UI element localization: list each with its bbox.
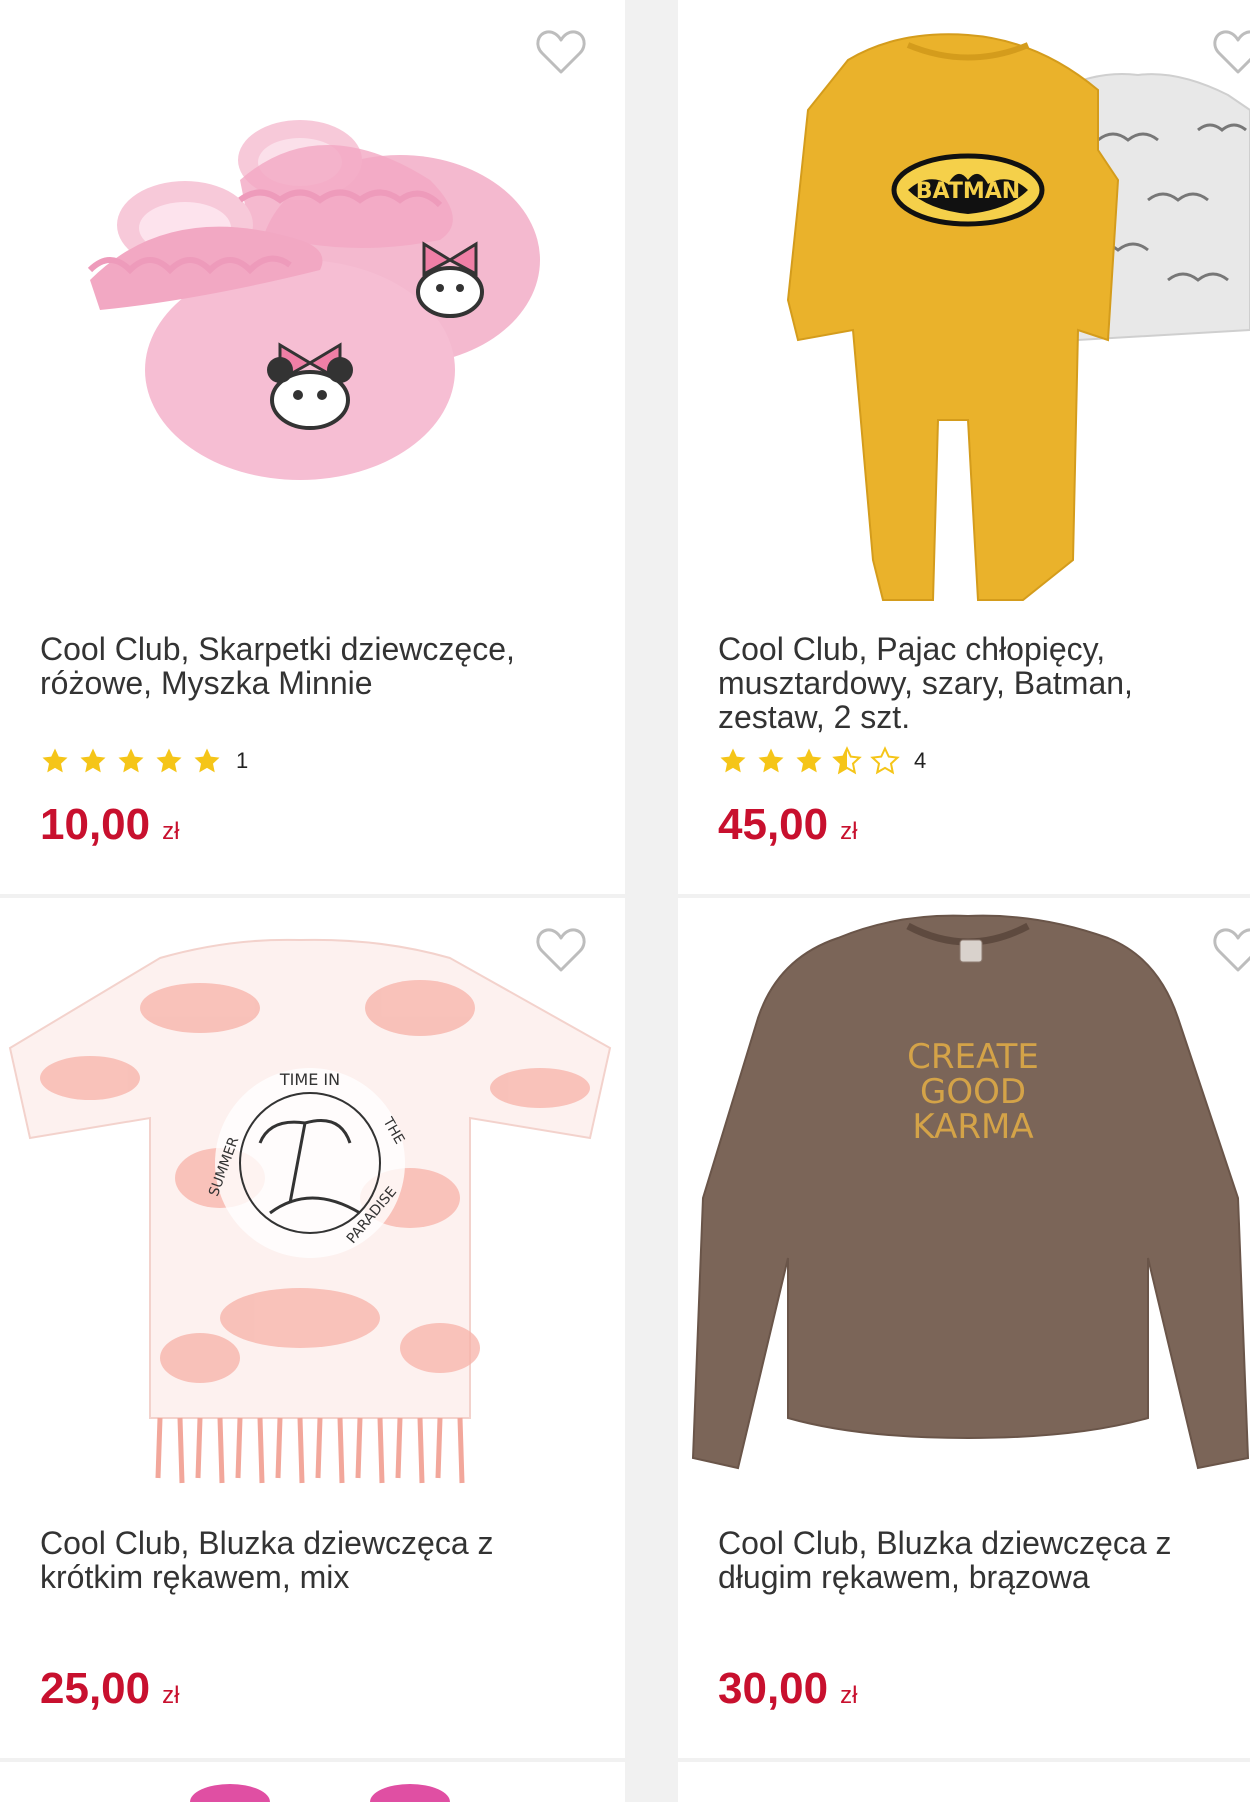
print-text-top: TIME IN (279, 1070, 340, 1089)
price-value: 45,00 (718, 800, 829, 849)
rating-stars: 1 (40, 746, 248, 776)
product-price: 45,00 zł (718, 800, 857, 850)
star-empty-icon (870, 746, 900, 775)
product-title[interactable]: Cool Club, Bluzka dziewczęca z krótkim r… (40, 1526, 560, 1594)
sweater-print-line-1: CREATE (907, 1037, 1039, 1077)
product-title[interactable]: Cool Club, Bluzka dziewczęca z długim rę… (718, 1526, 1238, 1594)
product-title[interactable]: Cool Club, Pajac chłopięcy, musztardowy,… (718, 632, 1238, 734)
product-card[interactable]: CREATE GOOD KARMA Cool Club, Bluzka dzie… (678, 898, 1250, 1758)
product-grid: Cool Club, Skarpetki dziewczęce, różowe,… (0, 0, 1250, 1802)
price-value: 25,00 (40, 1664, 151, 1713)
price-currency: zł (162, 1682, 180, 1709)
product-card[interactable]: Cool Club, Skarpetki dziewczęce, różowe,… (0, 0, 625, 894)
product-image-tshirt[interactable]: TIME IN SUMMER THE PARADISE (0, 898, 625, 1508)
star-full-icon (758, 748, 784, 773)
rating-count: 1 (236, 748, 249, 773)
price-value: 10,00 (40, 800, 151, 849)
product-title[interactable]: Cool Club, Skarpetki dziewczęce, różowe,… (40, 632, 560, 700)
star-full-icon (796, 748, 822, 773)
star-full-icon (80, 748, 106, 773)
star-full-icon (156, 748, 182, 773)
product-card-partial[interactable] (0, 1762, 625, 1802)
price-currency: zł (840, 818, 858, 845)
star-full-icon (720, 748, 746, 773)
product-card[interactable]: BATMAN Cool Club, Pajac chłopięcy, muszt… (678, 0, 1250, 894)
price-currency: zł (162, 818, 180, 845)
product-card-partial[interactable] (678, 1762, 1250, 1802)
price-currency: zł (840, 1682, 858, 1709)
rating-stars: 4 (718, 746, 926, 776)
product-price: 10,00 zł (40, 800, 179, 850)
product-image-romper[interactable]: BATMAN (678, 0, 1250, 610)
product-price: 25,00 zł (40, 1664, 179, 1714)
sweater-print-line-2: GOOD (920, 1072, 1026, 1112)
product-image-socks[interactable] (0, 0, 625, 610)
product-image-sweater[interactable]: CREATE GOOD KARMA (678, 898, 1250, 1508)
product-price: 30,00 zł (718, 1664, 857, 1714)
star-half-icon (832, 746, 862, 775)
star-full-icon (118, 748, 144, 773)
sweater-print-line-3: KARMA (912, 1107, 1033, 1147)
star-full-icon (42, 748, 68, 773)
product-card[interactable]: TIME IN SUMMER THE PARADISE Cool Club, B… (0, 898, 625, 1758)
product-image-partial (190, 1784, 450, 1802)
rating-count: 4 (914, 748, 927, 773)
batman-logo-text: BATMAN (916, 179, 1020, 204)
price-value: 30,00 (718, 1664, 829, 1713)
star-full-icon (194, 748, 220, 773)
